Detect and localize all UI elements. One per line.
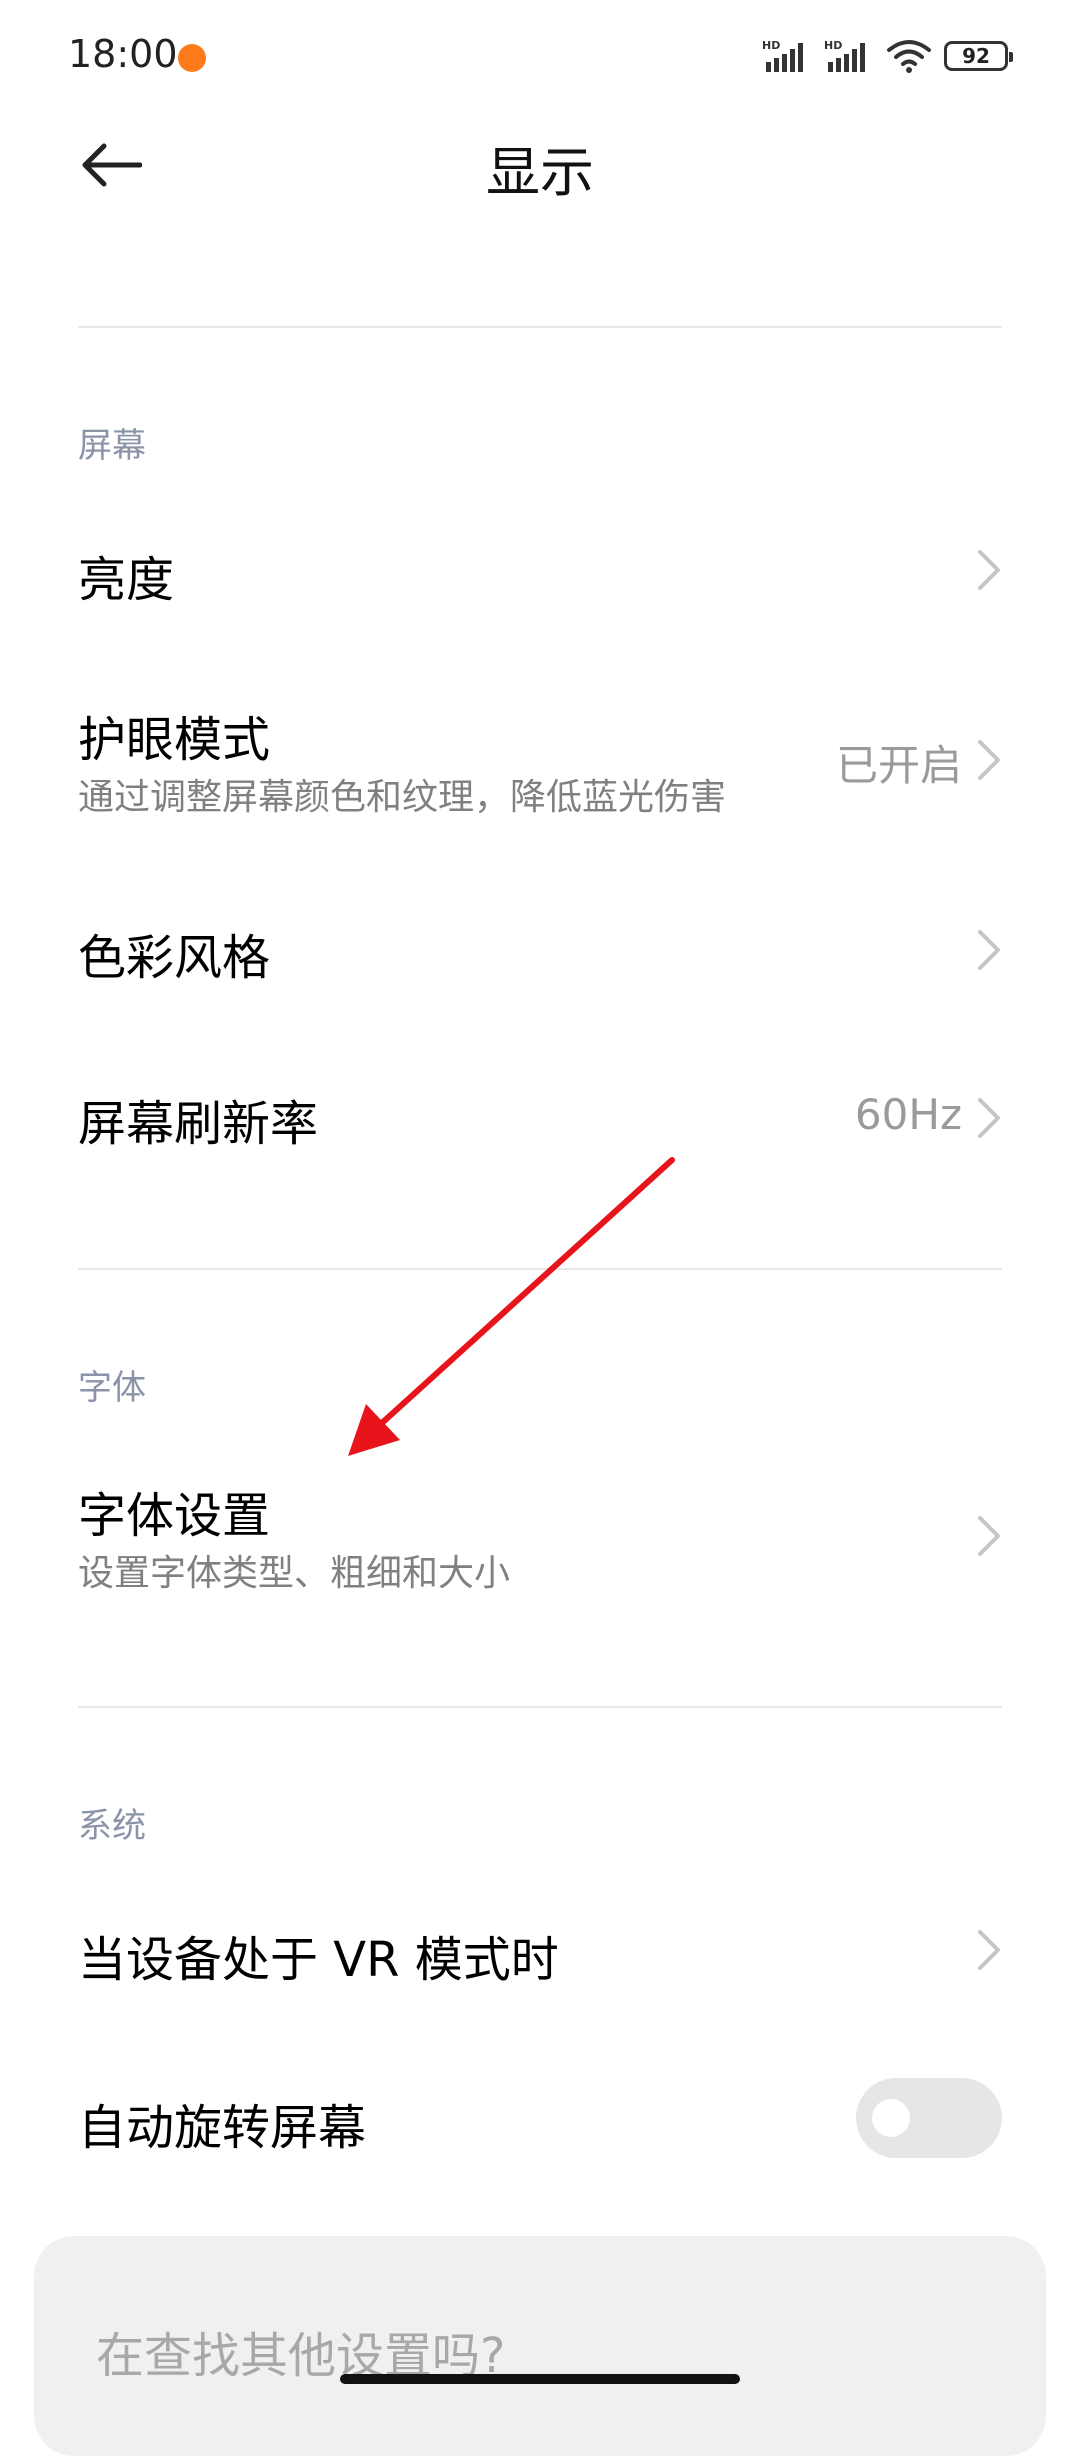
chevron-right-icon (978, 1098, 1000, 1138)
divider (78, 1268, 1002, 1270)
eye-care-status: 已开启 (835, 741, 962, 790)
notification-dot-icon (178, 44, 206, 72)
row-title: 屏幕刷新率 (78, 1096, 319, 1152)
auto-rotate-toggle[interactable] (856, 2078, 1002, 2158)
status-icons: HD HD 92 (762, 36, 1013, 76)
vr-mode-row[interactable]: 当设备处于 VR 模式时 (0, 1900, 1080, 2000)
refresh-rate-row[interactable]: 屏幕刷新率 60Hz (0, 1068, 1080, 1168)
row-subtitle: 通过调整屏幕颜色和纹理，降低蓝光伤害 (78, 777, 727, 818)
row-title: 自动旋转屏幕 (78, 2100, 367, 2156)
row-subtitle: 设置字体类型、粗细和大小 (78, 1553, 511, 1594)
svg-text:HD: HD (824, 39, 842, 52)
row-title: 护眼模式 (78, 712, 271, 768)
section-label-screen: 屏幕 (78, 426, 146, 466)
color-style-row[interactable]: 色彩风格 (0, 900, 1080, 1000)
battery-icon: 92 (944, 41, 1013, 71)
row-title: 当设备处于 VR 模式时 (78, 1932, 559, 1988)
font-settings-row[interactable]: 字体设置 设置字体类型、粗细和大小 (0, 1466, 1080, 1606)
refresh-rate-value: 60Hz (854, 1090, 962, 1139)
eye-care-row[interactable]: 护眼模式 通过调整屏幕颜色和纹理，降低蓝光伤害 已开启 (0, 690, 1080, 830)
svg-text:HD: HD (762, 39, 780, 52)
chevron-right-icon (978, 1516, 1000, 1556)
chevron-right-icon (978, 740, 1000, 780)
divider (78, 326, 1002, 328)
section-label-system: 系统 (78, 1806, 146, 1846)
chevron-right-icon (978, 1930, 1000, 1970)
section-label-font: 字体 (78, 1368, 146, 1408)
divider (78, 1706, 1002, 1708)
chevron-right-icon (978, 930, 1000, 970)
chevron-right-icon (978, 550, 1000, 590)
home-indicator[interactable] (340, 2374, 740, 2384)
page-title: 显示 (486, 141, 594, 204)
wifi-icon (887, 40, 931, 73)
toggle-knob (872, 2099, 910, 2137)
status-time: 18:00 (68, 32, 178, 76)
signal-1-icon: HD (762, 39, 803, 72)
row-title: 色彩风格 (78, 930, 271, 986)
row-title: 字体设置 (78, 1488, 271, 1544)
search-other-settings-card[interactable]: 在查找其他设置吗? (34, 2236, 1046, 2456)
battery-level: 92 (962, 44, 990, 68)
row-title: 亮度 (78, 552, 175, 608)
auto-rotate-row: 自动旋转屏幕 (0, 2068, 1080, 2168)
brightness-row[interactable]: 亮度 (0, 520, 1080, 620)
signal-2-icon: HD (824, 39, 865, 72)
annotation-arrow-icon (348, 1157, 675, 1456)
